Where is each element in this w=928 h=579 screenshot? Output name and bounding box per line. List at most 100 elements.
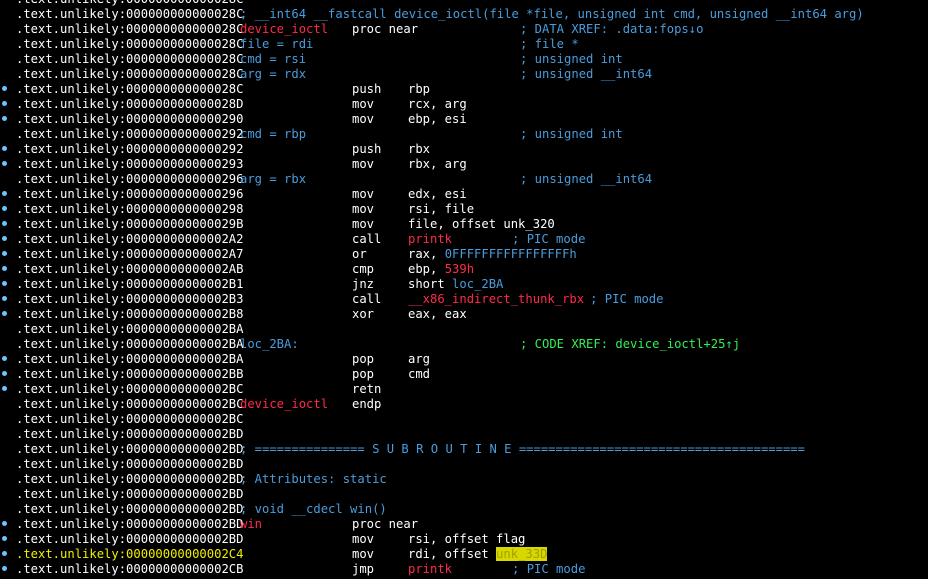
xref-comment[interactable]: ; CODE XREF: device_ioctl+25↑j	[520, 337, 740, 352]
instruction-operands[interactable]: eax, eax	[408, 307, 467, 322]
instruction-mnemonic[interactable]: call	[352, 292, 381, 307]
instruction-mnemonic[interactable]: pop	[352, 367, 374, 382]
disasm-line[interactable]: .text.unlikely:00000000000002B3 call __x86…	[0, 292, 928, 307]
line-address[interactable]: .text.unlikely:00000000000002B1	[16, 277, 243, 292]
operand-text[interactable]: rbx, arg	[408, 157, 467, 171]
disasm-line[interactable]: .text.unlikely:00000000000002BC device_io…	[0, 397, 928, 412]
disasm-line[interactable]: .text.unlikely:000000000000029B mov file, …	[0, 217, 928, 232]
line-address[interactable]: .text.unlikely:000000000000028C	[16, 37, 243, 52]
disasm-line[interactable]: .text.unlikely:0000000000000296 arg = rbx…	[0, 172, 928, 187]
operand-text[interactable]: rsi, file	[408, 202, 474, 216]
disasm-line[interactable]: .text.unlikely:00000000000002BD; Attribu…	[0, 472, 928, 487]
disasm-line[interactable]: .text.unlikely:00000000000002BD	[0, 487, 928, 502]
disasm-line[interactable]: .text.unlikely:00000000000002BD	[0, 457, 928, 472]
line-comment[interactable]: ; file *	[520, 37, 579, 52]
function-name[interactable]: device_ioctl	[240, 397, 328, 412]
stack-var-alias[interactable]: cmd = rbp	[240, 127, 306, 142]
disasm-line[interactable]: .text.unlikely:0000000000000292 cmd = rbp…	[0, 127, 928, 142]
disasm-line[interactable]: .text.unlikely:00000000000002BA pop arg	[0, 352, 928, 367]
line-comment[interactable]: ; unsigned __int64	[520, 67, 652, 82]
disasm-line[interactable]: .text.unlikely:0000000000000292 push rbx	[0, 142, 928, 157]
instruction-mnemonic[interactable]: retn	[352, 382, 381, 397]
line-comment[interactable]: ; void __cdecl win()	[240, 502, 387, 517]
instruction-operands[interactable]: printk ; PIC mode	[408, 562, 585, 577]
instruction-operands[interactable]: __x86_indirect_thunk_rbx ; PIC mode	[408, 292, 663, 307]
line-address[interactable]: .text.unlikely:00000000000002BA	[16, 337, 243, 352]
line-address[interactable]: .text.unlikely:0000000000000290	[16, 112, 243, 127]
operand-text[interactable]: rbx	[408, 142, 430, 156]
disasm-line[interactable]: .text.unlikely:00000000000002BC retn	[0, 382, 928, 397]
line-address[interactable]: .text.unlikely:000000000000028D	[16, 97, 243, 112]
line-address[interactable]: .text.unlikely:00000000000002BD	[16, 517, 243, 532]
stack-var-alias[interactable]: cmd = rsi	[240, 52, 306, 67]
instruction-operands[interactable]: rdi, offset unk_33D	[408, 547, 548, 562]
instruction-operands[interactable]: rbp	[408, 82, 430, 97]
disasm-line[interactable]: .text.unlikely:000000000000028C	[0, 0, 928, 7]
instruction-mnemonic[interactable]: mov	[352, 97, 374, 112]
line-address[interactable]: .text.unlikely:00000000000002AB	[16, 262, 243, 277]
instruction-mnemonic[interactable]: mov	[352, 202, 374, 217]
line-address[interactable]: .text.unlikely:0000000000000292	[16, 127, 243, 142]
line-address[interactable]: .text.unlikely:000000000000028C	[16, 0, 243, 7]
operand-text[interactable]: rbp	[408, 82, 430, 96]
instruction-operands[interactable]: arg	[408, 352, 430, 367]
instruction-mnemonic[interactable]: mov	[352, 217, 374, 232]
disasm-line[interactable]: .text.unlikely:00000000000002BD	[0, 427, 928, 442]
line-address[interactable]: .text.unlikely:000000000000028C	[16, 22, 243, 37]
operand-text[interactable]: ebp, esi	[408, 112, 467, 126]
operand-number[interactable]: loc_2BA	[452, 277, 503, 291]
stack-var-alias[interactable]: file = rdi	[240, 37, 313, 52]
line-address[interactable]: .text.unlikely:00000000000002BB	[16, 367, 243, 382]
function-name[interactable]: win	[240, 517, 262, 532]
function-name[interactable]: device_ioctl	[240, 22, 328, 37]
disasm-line[interactable]: .text.unlikely:00000000000002A2 call print…	[0, 232, 928, 247]
line-comment[interactable]: ; =============== S U B R O U T I N E ==…	[240, 442, 805, 457]
line-address[interactable]: .text.unlikely:00000000000002BD	[16, 457, 243, 472]
line-address[interactable]: .text.unlikely:0000000000000293	[16, 157, 243, 172]
instruction-operands[interactable]: printk ; PIC mode	[408, 232, 585, 247]
line-address[interactable]: .text.unlikely:00000000000002B3	[16, 292, 243, 307]
disasm-line[interactable]: .text.unlikely:0000000000000298 mov rsi, f…	[0, 202, 928, 217]
disasm-line[interactable]: .text.unlikely:00000000000002C4 mov rdi, o…	[0, 547, 928, 562]
disasm-line[interactable]: .text.unlikely:000000000000028D mov rcx, a…	[0, 97, 928, 112]
disasm-line[interactable]: .text.unlikely:00000000000002BD mov rsi, o…	[0, 532, 928, 547]
line-comment[interactable]: ; unsigned __int64	[520, 172, 652, 187]
line-address[interactable]: .text.unlikely:000000000000028C	[16, 7, 243, 22]
inline-comment[interactable]: ; PIC mode	[590, 292, 663, 306]
operand-text[interactable]: cmd	[408, 367, 430, 381]
operand-text[interactable]: edx, esi	[408, 187, 467, 201]
instruction-operands[interactable]: short loc_2BA	[408, 277, 503, 292]
disasm-line[interactable]: .text.unlikely:000000000000028C device_io…	[0, 22, 928, 37]
ida-disassembly-view[interactable]: .text.unlikely:000000000000028C.text.unl…	[0, 0, 928, 579]
operand-immediate[interactable]: 539h	[445, 262, 474, 276]
line-address[interactable]: .text.unlikely:00000000000002B8	[16, 307, 243, 322]
instruction-operands[interactable]: rax, 0FFFFFFFFFFFFFFFFh	[408, 247, 577, 262]
line-address[interactable]: .text.unlikely:00000000000002BD	[16, 442, 243, 457]
disasm-line[interactable]: .text.unlikely:00000000000002BA loc_2BA:;…	[0, 337, 928, 352]
line-address[interactable]: .text.unlikely:00000000000002BD	[16, 472, 243, 487]
instruction-mnemonic[interactable]: mov	[352, 532, 374, 547]
line-address[interactable]: .text.unlikely:00000000000002A2	[16, 232, 243, 247]
instruction-mnemonic[interactable]: push	[352, 142, 381, 157]
operand-text[interactable]: rax,	[408, 247, 445, 261]
line-address[interactable]: .text.unlikely:00000000000002BA	[16, 352, 243, 367]
line-comment[interactable]: ; DATA XREF: .data:fops↓o	[520, 22, 703, 37]
line-address[interactable]: .text.unlikely:000000000000028C	[16, 52, 243, 67]
operand-call-target[interactable]: __x86_indirect_thunk_rbx	[408, 292, 584, 306]
line-address[interactable]: .text.unlikely:0000000000000296	[16, 187, 243, 202]
instruction-operands[interactable]: file, offset unk_320	[408, 217, 555, 232]
disasm-line[interactable]: .text.unlikely:0000000000000296 mov edx, e…	[0, 187, 928, 202]
disasm-line[interactable]: .text.unlikely:00000000000002A7 or rax, 0F…	[0, 247, 928, 262]
line-address[interactable]: .text.unlikely:00000000000002BD	[16, 487, 243, 502]
instruction-operands[interactable]: rsi, file	[408, 202, 474, 217]
instruction-mnemonic[interactable]: jnz	[352, 277, 374, 292]
line-comment[interactable]: ; __int64 __fastcall device_ioctl(file *…	[240, 7, 864, 22]
code-label[interactable]: loc_2BA:	[240, 337, 299, 352]
operand-call-target[interactable]: printk	[408, 562, 452, 576]
line-address[interactable]: .text.unlikely:00000000000002BC	[16, 397, 243, 412]
disasm-line[interactable]: .text.unlikely:00000000000002CB jmp printk…	[0, 562, 928, 577]
line-address[interactable]: .text.unlikely:000000000000028C	[16, 67, 243, 82]
line-address[interactable]: .text.unlikely:0000000000000296	[16, 172, 243, 187]
instruction-operands[interactable]: edx, esi	[408, 187, 467, 202]
line-address[interactable]: .text.unlikely:00000000000002BC	[16, 382, 243, 397]
